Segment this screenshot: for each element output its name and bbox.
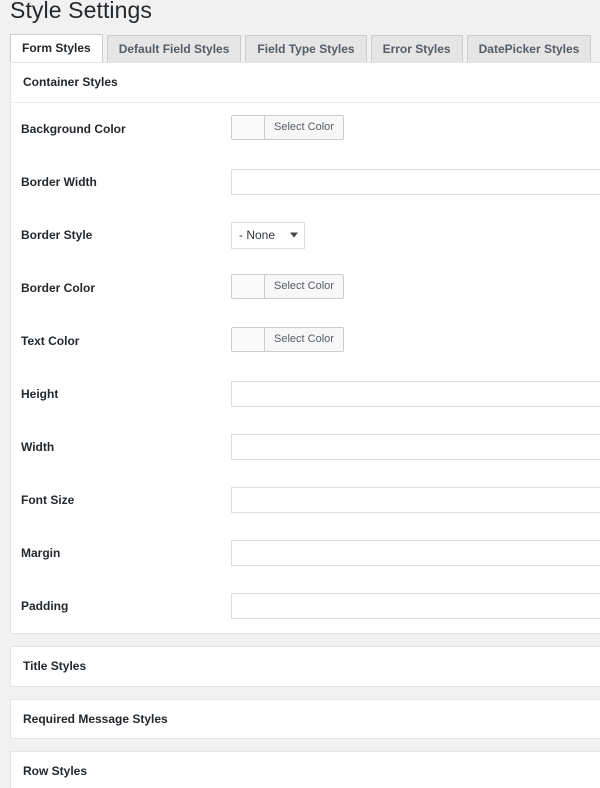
color-picker-label: Select Color: [265, 327, 343, 351]
field-label-text-color: Text Color: [21, 334, 80, 349]
field-control-cell: [231, 474, 600, 527]
select-wrapper-border-style: - Nonesoliddasheddotteddoublegrooveridge…: [231, 221, 305, 249]
form-row-width: Width: [11, 421, 600, 474]
panel-header-container-styles[interactable]: Container Styles: [11, 63, 600, 103]
tab-default-field-styles[interactable]: Default Field Styles: [106, 35, 242, 62]
color-picker-label: Select Color: [265, 274, 343, 298]
form-row-font-size: Font Size: [11, 474, 600, 527]
field-label-width: Width: [21, 440, 55, 455]
form-row-margin: Margin: [11, 527, 600, 580]
field-control-cell: [231, 527, 600, 580]
color-picker-label: Select Color: [265, 115, 343, 139]
input-padding[interactable]: [231, 593, 600, 620]
color-swatch-background-color[interactable]: [232, 115, 265, 139]
form-row-text-color: Text Color Select Color: [11, 315, 600, 368]
field-label-border-width: Border Width: [21, 175, 97, 190]
tab-datepicker-styles[interactable]: DatePicker Styles: [466, 35, 592, 62]
color-picker-border-color[interactable]: Select Color: [231, 273, 344, 299]
field-control-cell: [231, 156, 600, 209]
color-picker-background-color[interactable]: Select Color: [231, 114, 344, 140]
panel-required-message-styles: Required Message Styles: [10, 698, 600, 740]
field-control-cell: Select Color: [231, 262, 600, 315]
field-control-cell: [231, 580, 600, 633]
field-label-border-color: Border Color: [21, 281, 96, 296]
field-label-border-style: Border Style: [21, 228, 93, 243]
panel-header-required-message-styles[interactable]: Required Message Styles: [11, 700, 600, 739]
form-row-border-color: Border Color Select Color: [11, 262, 600, 315]
tab-form-styles[interactable]: Form Styles: [10, 34, 103, 62]
field-control-cell: [231, 368, 600, 421]
field-control-cell: [231, 421, 600, 474]
input-font-size[interactable]: [231, 487, 600, 514]
tab-bar: Form Styles Default Field Styles Field Typ…: [10, 34, 600, 62]
form-row-border-style: Border Style - Nonesoliddasheddotteddoubl…: [11, 209, 600, 262]
form-row-padding: Padding: [11, 580, 600, 633]
field-label-padding: Padding: [21, 599, 69, 614]
input-border-width[interactable]: [231, 169, 600, 196]
panel-title-styles: Title Styles: [10, 645, 600, 687]
settings-content: Container Styles Background Color Select C…: [0, 62, 600, 788]
panel-header-title-styles[interactable]: Title Styles: [11, 647, 600, 686]
panel-row-styles: Row Styles: [10, 751, 600, 788]
panel-header-row-styles[interactable]: Row Styles: [11, 752, 600, 788]
form-row-background-color: Background Color Select Color: [11, 103, 600, 156]
field-label-background-color: Background Color: [21, 122, 126, 137]
panel-body: Background Color Select Color Border Width…: [11, 103, 600, 633]
field-label-font-size: Font Size: [21, 493, 75, 508]
input-height[interactable]: [231, 381, 600, 408]
color-swatch-border-color[interactable]: [232, 274, 265, 298]
select-border-style[interactable]: - Nonesoliddasheddotteddoublegrooveridge…: [231, 221, 305, 249]
field-label-margin: Margin: [21, 546, 61, 561]
tab-error-styles[interactable]: Error Styles: [370, 35, 463, 62]
input-width[interactable]: [231, 434, 600, 461]
field-control-cell: Select Color: [231, 315, 600, 368]
form-row-border-width: Border Width: [11, 156, 600, 209]
panel-container-styles: Container Styles Background Color Select C…: [10, 62, 600, 634]
field-control-cell: Select Color: [231, 103, 600, 156]
page-title: Style Settings: [10, 0, 153, 23]
color-swatch-text-color[interactable]: [232, 327, 265, 351]
form-row-height: Height: [11, 368, 600, 421]
field-label-height: Height: [21, 387, 59, 402]
field-control-cell: - Nonesoliddasheddotteddoublegrooveridge…: [231, 209, 600, 262]
color-picker-text-color[interactable]: Select Color: [231, 326, 344, 352]
tab-field-type-styles[interactable]: Field Type Styles: [245, 35, 367, 62]
settings-form-table: Background Color Select Color Border Width…: [11, 103, 600, 633]
input-margin[interactable]: [231, 540, 600, 567]
